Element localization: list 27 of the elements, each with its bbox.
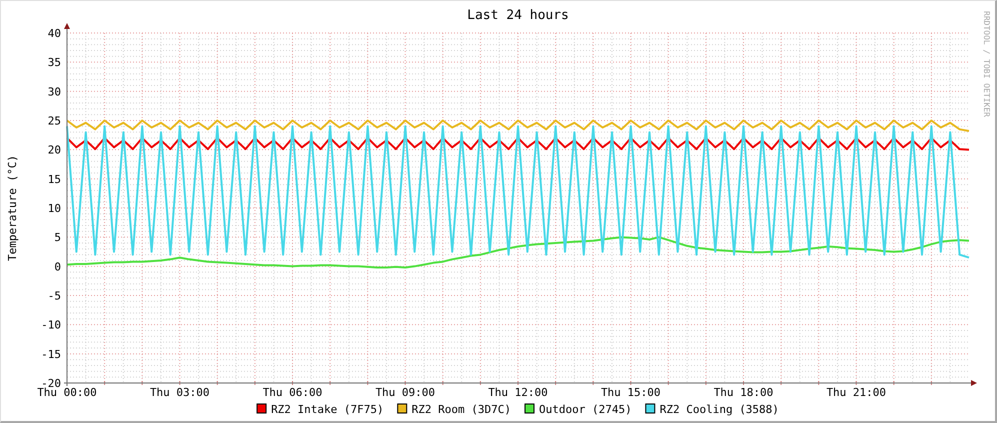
- x-tick-label: Thu 00:00: [37, 386, 97, 399]
- y-tick-label: -10: [41, 318, 61, 332]
- y-tick-label: 15: [48, 172, 61, 186]
- y-tick-label: 10: [48, 202, 61, 215]
- y-tick-label: 25: [48, 114, 61, 128]
- x-tick-label: Thu 21:00: [826, 386, 886, 399]
- legend-label: RZ2 Intake (7F75): [271, 403, 384, 416]
- legend-label: RZ2 Cooling (3588): [660, 403, 779, 416]
- y-tick-label: -15: [41, 348, 61, 361]
- x-tick-label: Thu 03:00: [150, 386, 210, 399]
- x-tick-label: Thu 12:00: [488, 386, 548, 399]
- y-tick-label: 30: [48, 85, 61, 98]
- x-tick-label: Thu 06:00: [262, 386, 322, 399]
- legend-label: Outdoor (2745): [539, 403, 632, 416]
- y-axis-label: Temperature (°C): [6, 155, 19, 261]
- y-tick-label: 40: [48, 27, 61, 40]
- legend-label: RZ2 Room (3D7C): [412, 403, 511, 416]
- y-tick-label: 35: [48, 56, 61, 70]
- chart-title: Last 24 hours: [467, 8, 569, 23]
- x-tick-label: Thu 15:00: [600, 386, 661, 399]
- y-tick-label: -5: [48, 290, 61, 302]
- x-tick-label: Thu 18:00: [714, 386, 774, 399]
- y-tick-label: 0: [54, 260, 61, 274]
- x-tick-label: Thu 09:00: [375, 386, 436, 399]
- y-tick-label: 5: [54, 231, 61, 244]
- y-tick-label: 20: [48, 144, 61, 157]
- credit-text: RRDTOOL / TOBI OETIKER: [982, 11, 991, 117]
